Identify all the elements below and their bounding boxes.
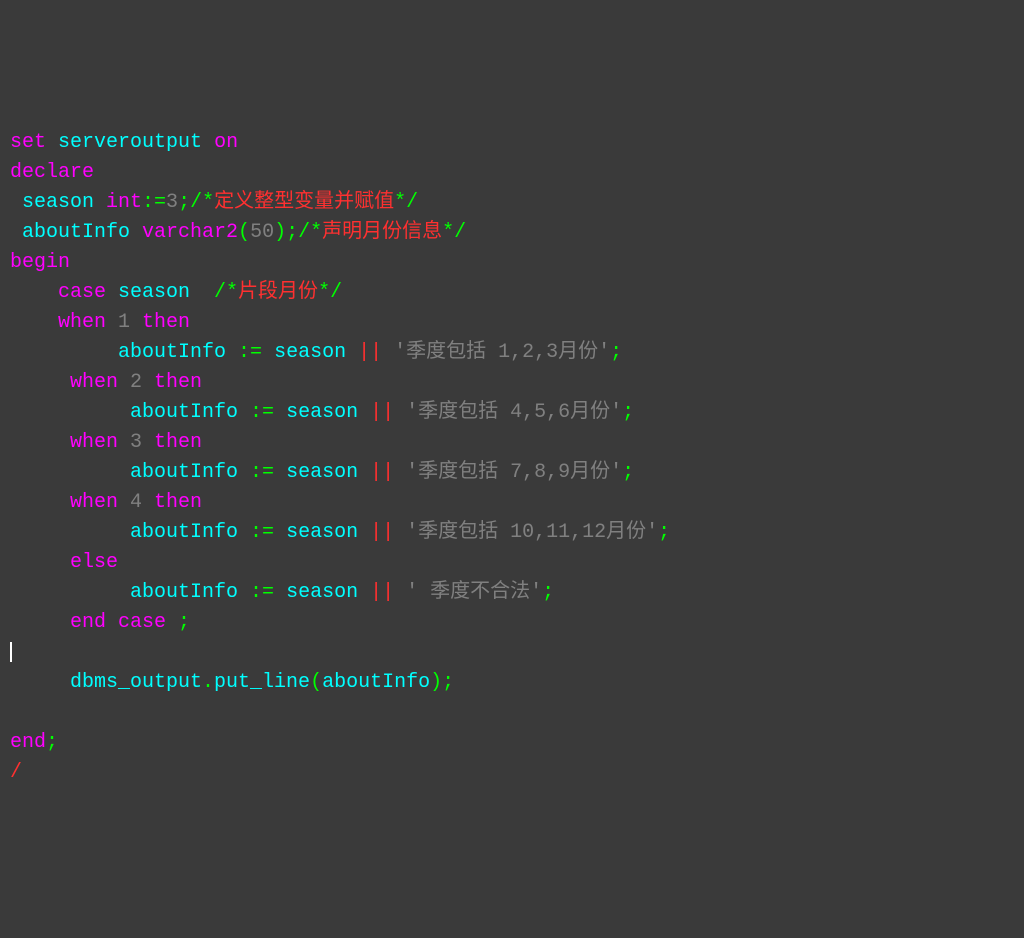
kw-then: then [154,491,202,514]
kw-set: set [10,131,46,154]
concat: || [370,581,394,604]
num: 1 [106,311,142,334]
cmt-c: */ [394,191,418,214]
op: := [238,341,262,364]
concat: || [358,341,382,364]
id: dbms_output [10,671,202,694]
op: := [250,581,274,604]
id: aboutInfo [10,341,238,364]
type: varchar2 [142,221,238,244]
cmt-o: /* [214,281,238,304]
paren: ) [430,671,442,694]
dot: . [202,671,214,694]
type: int [106,191,142,214]
kw-when: when [10,491,118,514]
str: '季度包括 1,2,3月份' [382,341,610,364]
paren: ( [310,671,322,694]
code-editor[interactable]: set serveroutput on declare season int:=… [10,128,1014,788]
num: 2 [118,371,154,394]
id: aboutInfo [10,221,142,244]
kw-else: else [10,551,118,574]
kw-then: then [154,431,202,454]
kw-then: then [142,311,190,334]
arg: aboutInfo [322,671,430,694]
kw-declare: declare [10,161,94,184]
paren: ( [238,221,250,244]
cmt: 定义整型变量并赋值 [214,191,394,214]
kw-when: when [10,311,106,334]
id: season [274,401,370,424]
cmt-c: */ [318,281,342,304]
cmt: 片段月份 [238,281,318,304]
cmt-o: /* [298,221,322,244]
slash: / [10,761,22,784]
op: := [250,401,274,424]
kw-case: case [106,611,178,634]
num: 4 [118,491,154,514]
id: aboutInfo [10,581,250,604]
semi: ; [622,401,634,424]
id: put_line [214,671,310,694]
op: := [250,461,274,484]
cmt-o: /* [190,191,214,214]
semi: ; [658,521,670,544]
semi: ; [622,461,634,484]
op: := [250,521,274,544]
kw-then: then [154,371,202,394]
semi: ; [178,191,190,214]
cmt-c: */ [442,221,466,244]
kw-begin: begin [10,251,70,274]
num: 50 [250,221,274,244]
num: 3 [118,431,154,454]
id: season [10,191,106,214]
num: 3 [166,191,178,214]
cmt: 声明月份信息 [322,221,442,244]
kw-when: when [10,431,118,454]
kw-case: case [10,281,106,304]
id: season [106,281,214,304]
str: ' 季度不合法' [394,581,542,604]
kw-on: on [214,131,238,154]
id: aboutInfo [10,521,250,544]
kw-when: when [10,371,118,394]
semi: ; [442,671,454,694]
kw-end: end [10,611,106,634]
semi: ; [46,731,58,754]
concat: || [370,401,394,424]
kw-end: end [10,731,46,754]
id: season [274,581,370,604]
semi: ; [286,221,298,244]
id: aboutInfo [10,461,250,484]
str: '季度包括 7,8,9月份' [394,461,622,484]
id-serveroutput: serveroutput [58,131,202,154]
concat: || [370,521,394,544]
id: season [274,461,370,484]
id: aboutInfo [10,401,250,424]
id: season [262,341,358,364]
semi: ; [610,341,622,364]
str: '季度包括 4,5,6月份' [394,401,622,424]
paren: ) [274,221,286,244]
op: := [142,191,166,214]
concat: || [370,461,394,484]
semi: ; [542,581,554,604]
id: season [274,521,370,544]
str: '季度包括 10,11,12月份' [394,521,658,544]
semi: ; [178,611,190,634]
